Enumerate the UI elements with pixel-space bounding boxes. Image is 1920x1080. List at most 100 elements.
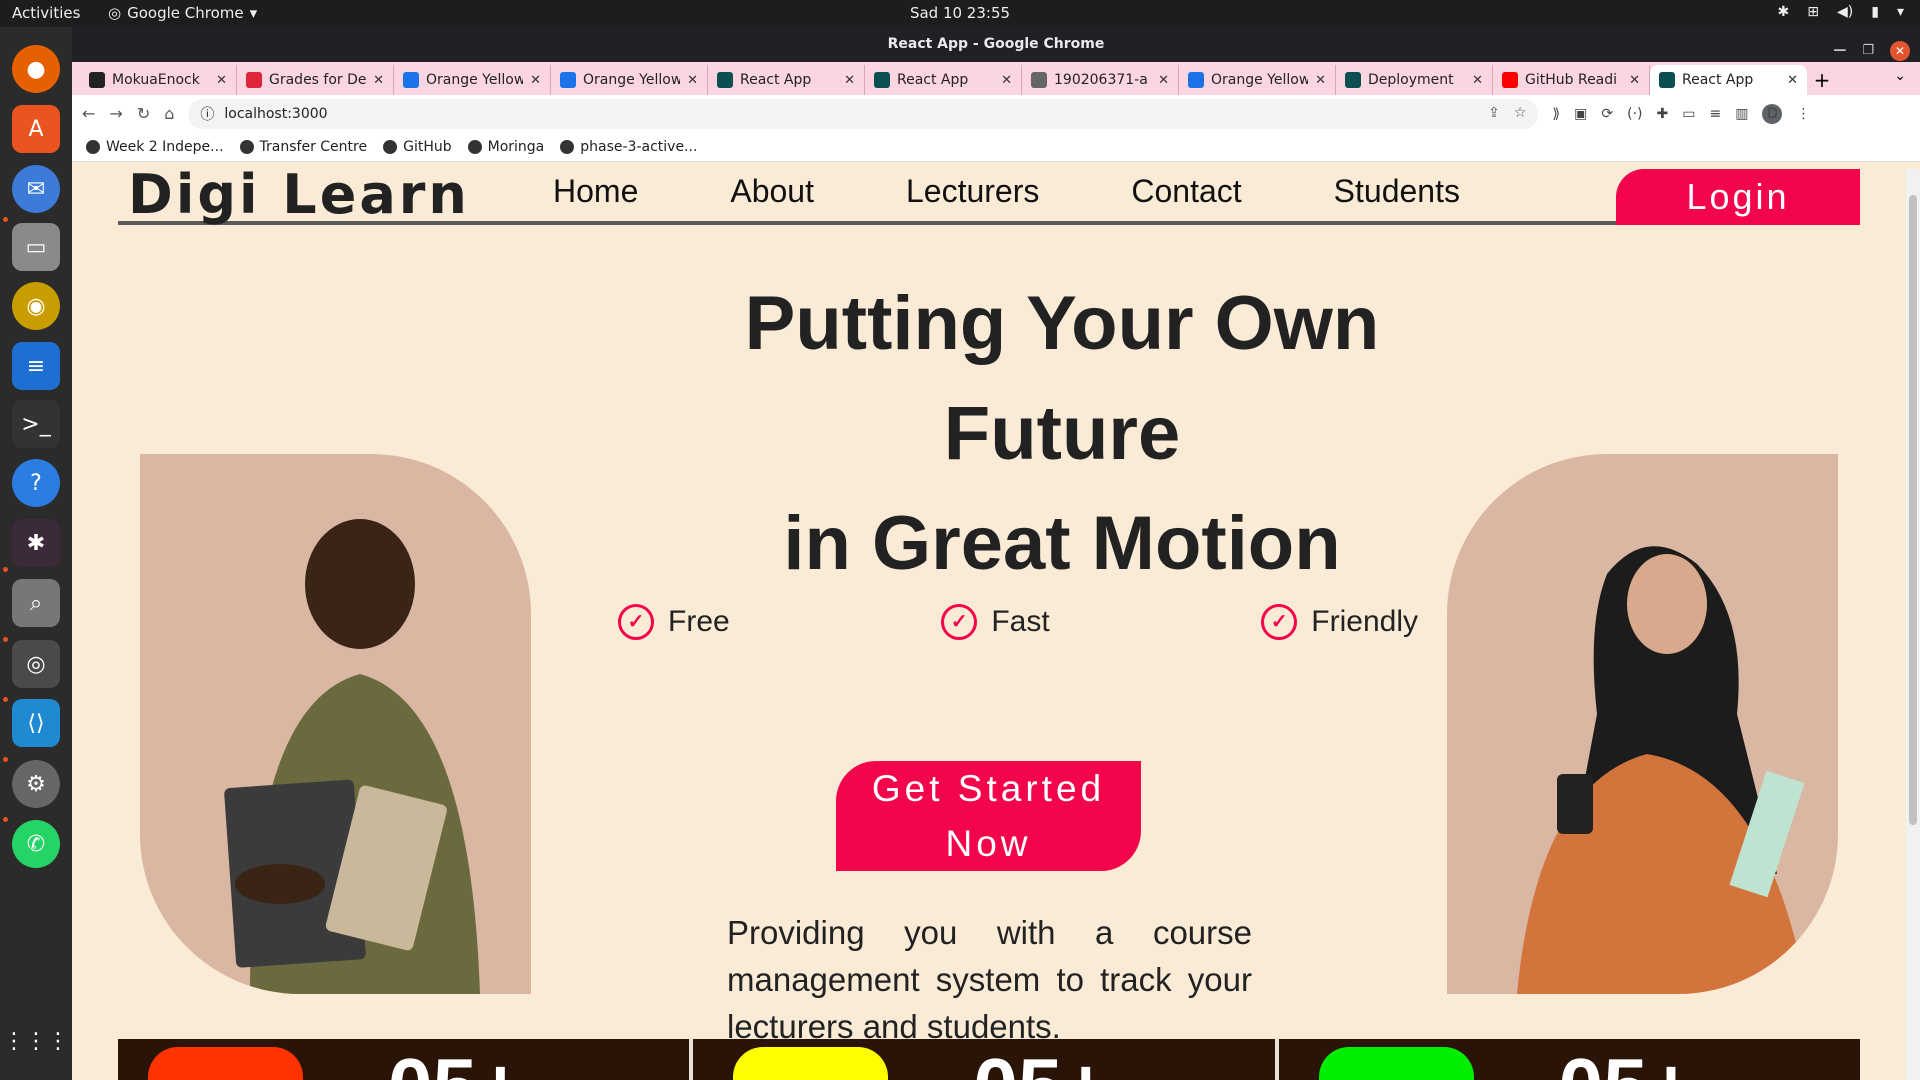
tab-close-icon[interactable]: ✕ [1158, 73, 1169, 88]
app-menu[interactable]: ◎ Google Chrome ▾ [108, 4, 257, 22]
browser-tab[interactable]: Grades for De ✕ [237, 65, 394, 95]
bookmark-item[interactable]: Moringa [467, 139, 544, 155]
rhythmbox-icon[interactable]: ◉ [12, 282, 60, 330]
tab-close-icon[interactable]: ✕ [530, 73, 541, 88]
tab-strip: MokuaEnock ✕ Grades for De ✕ Orange Yellow ✕ O… [72, 62, 1920, 95]
address-bar[interactable]: ⓘ localhost:3000 ⇪ ☆ [188, 98, 1539, 129]
hero-heading: Putting Your Own Future in Great Motion [632, 269, 1492, 599]
bookmarks-bar: Week 2 Indepe... Transfer Centre GitHub Mor… [72, 132, 1920, 162]
student-illustration [1517, 546, 1807, 994]
media-icon[interactable]: ≡ [1709, 106, 1721, 122]
stat-card: 05+ [118, 1039, 694, 1080]
menu-kebab-icon[interactable]: ⋮ [1796, 106, 1810, 122]
close-window-icon[interactable]: ✕ [1890, 40, 1910, 61]
tab-close-icon[interactable]: ✕ [373, 73, 384, 88]
tab-close-icon[interactable]: ✕ [687, 73, 698, 88]
nav-students[interactable]: Students [1334, 173, 1460, 210]
scrollbar-thumb[interactable] [1909, 195, 1917, 825]
profile-avatar[interactable]: D [1762, 103, 1783, 124]
forward-icon[interactable]: → [109, 104, 122, 123]
feature-label: Free [668, 605, 730, 638]
tab-close-icon[interactable]: ✕ [1315, 73, 1326, 88]
browser-tab[interactable]: Orange Yellow ✕ [394, 65, 551, 95]
chrome-icon[interactable]: ◎ [12, 640, 60, 688]
network-icon[interactable]: ⊞ [1807, 4, 1819, 20]
power-menu-icon[interactable]: ▾ [1897, 4, 1904, 20]
settings-icon[interactable]: ⚙ [12, 760, 60, 808]
back-icon[interactable]: ← [82, 104, 95, 123]
extension-icon[interactable]: ▣ [1574, 106, 1587, 122]
firefox-icon[interactable]: ● [12, 45, 60, 93]
share-icon[interactable]: ⇪ [1488, 105, 1500, 121]
tab-close-icon[interactable]: ✕ [1787, 73, 1798, 88]
feature-item: ✓ Friendly [1261, 604, 1418, 640]
tab-close-icon[interactable]: ✕ [1629, 73, 1640, 88]
browser-tab[interactable]: Deployment ✕ [1336, 65, 1493, 95]
tab-close-icon[interactable]: ✕ [844, 73, 855, 88]
sync-icon[interactable]: ⟳ [1601, 106, 1613, 122]
slack-icon[interactable]: ✱ [12, 519, 60, 567]
extension-icon[interactable]: (·) [1627, 106, 1642, 122]
reload-icon[interactable]: ↻ [137, 104, 150, 123]
new-tab-icon[interactable]: + [1807, 65, 1837, 95]
chrome-icon: ◎ [108, 4, 122, 22]
volume-icon[interactable]: ◀) [1837, 4, 1853, 20]
app-grid-icon[interactable]: ⋮⋮⋮ [3, 1017, 69, 1065]
home-icon[interactable]: ⌂ [164, 104, 174, 123]
battery-icon[interactable]: ▮ [1871, 4, 1879, 20]
bookmark-item[interactable]: GitHub [383, 139, 452, 155]
clock[interactable]: Sad 10 23:55 [0, 4, 1920, 22]
bookmark-item[interactable]: Transfer Centre [239, 139, 367, 155]
window-titlebar[interactable]: React App - Google Chrome — ❐ ✕ [72, 27, 1920, 62]
browser-tab[interactable]: React App ✕ [865, 65, 1022, 95]
nav-contact[interactable]: Contact [1131, 173, 1241, 210]
slack-tray-icon[interactable]: ✱ [1778, 4, 1790, 20]
tab-favicon-icon [89, 72, 105, 88]
browser-tab[interactable]: React App ✕ [1650, 65, 1807, 95]
site-info-icon[interactable]: ⓘ [200, 104, 214, 124]
site-navbar: Digi Learn Home About Lecturers Contact … [118, 169, 1860, 226]
extension-icon[interactable]: ⟫ [1552, 106, 1560, 122]
login-button[interactable]: Login [1616, 169, 1860, 225]
puzzle-icon[interactable]: ✚ [1657, 106, 1669, 122]
url-text[interactable]: localhost:3000 [224, 106, 327, 122]
chevron-down-icon: ▾ [249, 4, 258, 22]
browser-tab[interactable]: 190206371-a ✕ [1022, 65, 1179, 95]
tab-label: React App [897, 72, 969, 88]
browser-tab[interactable]: MokuaEnock ✕ [80, 65, 237, 95]
tab-search-icon[interactable]: ⌄ [1894, 68, 1906, 84]
cast-icon[interactable]: ▭ [1682, 106, 1695, 122]
bookmark-label: GitHub [403, 138, 452, 155]
browser-tab[interactable]: GitHub Readi ✕ [1493, 65, 1650, 95]
files-icon[interactable]: ▭ [12, 223, 60, 271]
browser-tab[interactable]: Orange Yellow ✕ [551, 65, 708, 95]
nav-about[interactable]: About [730, 173, 814, 210]
tab-close-icon[interactable]: ✕ [216, 73, 227, 88]
running-indicator [3, 697, 8, 702]
bookmark-star-icon[interactable]: ☆ [1514, 105, 1527, 121]
thunderbird-icon[interactable]: ✉ [12, 165, 60, 213]
help-icon[interactable]: ? [12, 459, 60, 507]
magnifier-icon[interactable]: ⌕ [12, 579, 60, 627]
system-tray[interactable]: ✱ ⊞ ◀) ▮ ▾ [1778, 4, 1904, 20]
bookmark-favicon-icon [239, 139, 254, 154]
activities-button[interactable]: Activities [12, 4, 80, 22]
check-circle-icon: ✓ [618, 604, 654, 640]
bookmark-item[interactable]: Week 2 Indepe... [86, 139, 224, 155]
writer-icon[interactable]: ≡ [12, 342, 60, 390]
vscode-icon[interactable]: ⟨⟩ [12, 699, 60, 747]
whatsapp-icon[interactable]: ✆ [12, 820, 60, 868]
tab-close-icon[interactable]: ✕ [1472, 73, 1483, 88]
software-center-icon[interactable]: A [12, 105, 60, 153]
side-panel-icon[interactable]: ▥ [1735, 106, 1748, 122]
terminal-icon[interactable]: >_ [12, 400, 60, 448]
browser-tab[interactable]: React App ✕ [708, 65, 865, 95]
nav-lecturers[interactable]: Lecturers [906, 173, 1039, 210]
nav-home[interactable]: Home [553, 173, 638, 210]
site-brand[interactable]: Digi Learn [128, 169, 470, 226]
bookmark-item[interactable]: phase-3-active... [560, 139, 697, 155]
tab-close-icon[interactable]: ✕ [1001, 73, 1012, 88]
get-started-button[interactable]: Get Started Now [836, 761, 1141, 871]
page-scrollbar[interactable] [1906, 169, 1920, 1080]
browser-tab[interactable]: Orange Yellow ✕ [1179, 65, 1336, 95]
